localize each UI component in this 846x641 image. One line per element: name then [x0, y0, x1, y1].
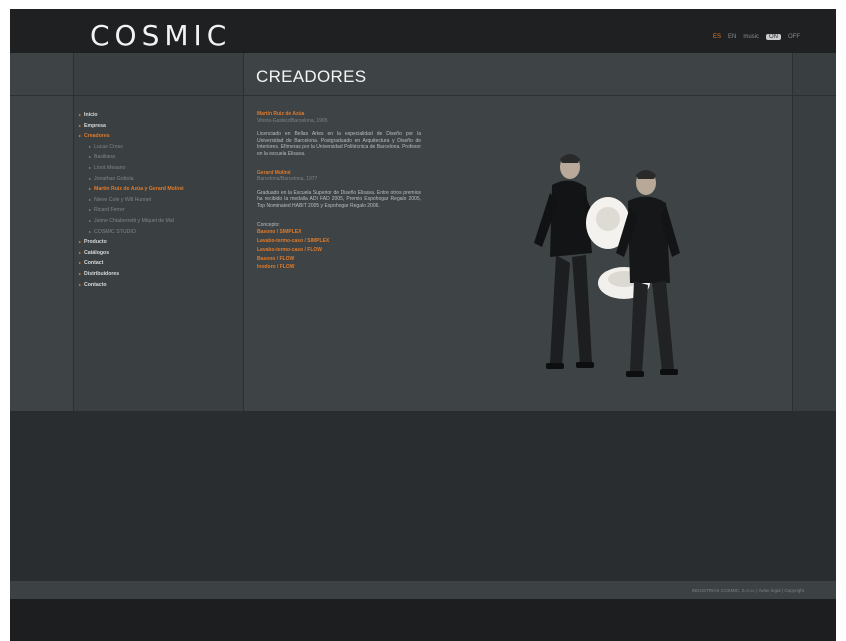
- footer-bar: INDUSTRIAS COSMIC, S.A.U. | Aviso legal …: [10, 581, 836, 599]
- left-designer-figure: [534, 154, 600, 369]
- bullet-arrow-icon: ▸: [79, 122, 82, 128]
- bullet-arrow-icon: ▸: [79, 112, 82, 117]
- bullet-arrow-icon: ▸: [89, 143, 92, 149]
- nav-item-empresa[interactable]: ▸ Empresa: [79, 121, 244, 132]
- nav-subitem[interactable]: ▸ Basiliana: [79, 152, 244, 163]
- product-links: Basono / SIMPLEX Lavabo-termo-caso / SIM…: [257, 228, 421, 272]
- bullet-arrow-icon: ▸: [89, 217, 92, 223]
- right-strip: [792, 53, 836, 411]
- title-divider: [10, 95, 836, 96]
- nav-item-catalogos[interactable]: ▸ Catálogos: [79, 248, 244, 259]
- language-switcher: ES EN music ON OFF: [713, 34, 800, 40]
- page-frame: COSMIC ES EN music ON OFF CREADORES ▸ Ini…: [10, 9, 836, 641]
- nav-subitem-active[interactable]: ▸ Martín Ruiz de Azúa y Gerard Moliné: [79, 184, 244, 195]
- product-link[interactable]: Lavabo-termo-caso / FLOW: [257, 246, 421, 255]
- designers-photo: [534, 154, 680, 377]
- nav-item-producto[interactable]: ▸ Producto: [79, 237, 244, 248]
- designer-bio-1: Licenciado en Bellas Artes en la especia…: [257, 131, 421, 157]
- product-link[interactable]: Inodoro / FLOW: [257, 263, 421, 272]
- empty-band: [10, 411, 836, 581]
- designer-bio-2: Graduado en la Escuela Superior de Diseñ…: [257, 189, 421, 209]
- bullet-arrow-icon: ▸: [79, 270, 82, 276]
- designer-info-2: Barcelona/Barcelona, 1977: [257, 176, 318, 183]
- main-content: CREADORES ▸ Inicio ▸ Empresa ▸ Creadores ▸ L…: [10, 53, 836, 411]
- cosmic-logo[interactable]: COSMIC: [90, 19, 231, 52]
- nav-subitem[interactable]: ▸ Jonathan Gottola: [79, 174, 244, 185]
- bullet-arrow-icon: ▸: [79, 260, 82, 266]
- lang-es-link[interactable]: ES: [713, 34, 721, 40]
- bullet-arrow-icon: ▸: [79, 281, 82, 287]
- sidebar-nav: ▸ Inicio ▸ Empresa ▸ Creadores ▸ Lucas Cross…: [79, 110, 244, 290]
- concept-label: Concepto:: [257, 221, 280, 228]
- nav-item-contacto[interactable]: ▸ Contacto: [79, 280, 244, 291]
- nav-subitem[interactable]: ▸ Ricard Ferrer: [79, 205, 244, 216]
- bullet-arrow-icon: ▸: [89, 228, 92, 234]
- page-title: CREADORES: [256, 67, 367, 86]
- nav-item-contact[interactable]: ▸ Contact: [79, 258, 244, 269]
- bullet-arrow-icon: ▸: [89, 164, 92, 170]
- bullet-arrow-icon: ▸: [89, 186, 92, 192]
- designer-name-1: Martín Ruiz de Azúa: [257, 111, 305, 117]
- bullet-arrow-icon: ▸: [89, 196, 92, 202]
- designer-info-1: Vitoria-Gasteiz/Barcelona, 1965: [257, 117, 328, 124]
- bullet-arrow-icon: ▸: [79, 133, 82, 139]
- bottom-band: [10, 599, 836, 641]
- nav-subitem[interactable]: ▸ Jaime Chiaberretti y Miquel de Mal: [79, 216, 244, 227]
- bullet-arrow-icon: ▸: [89, 207, 92, 213]
- header-bar: COSMIC ES EN music ON OFF: [10, 9, 836, 53]
- product-link[interactable]: Basono / SIMPLEX: [257, 228, 421, 237]
- music-label: music: [743, 34, 759, 40]
- music-off-toggle[interactable]: OFF: [788, 34, 800, 40]
- nav-subitem[interactable]: ▸ Nieve Cole y Will Hunnel: [79, 195, 244, 206]
- designer-name-2: Gerard Moliné: [257, 169, 291, 176]
- lang-en-link[interactable]: EN: [728, 34, 736, 40]
- nav-item-inicio[interactable]: ▸ Inicio: [79, 110, 244, 121]
- footer-links[interactable]: INDUSTRIAS COSMIC, S.A.U. | Aviso legal …: [692, 588, 804, 593]
- product-link[interactable]: Lavabo-termo-caso / SIMPLEX: [257, 237, 421, 246]
- creators-bio: Martín Ruiz de Azúa Vitoria-Gasteiz/Barc…: [257, 111, 421, 272]
- bullet-arrow-icon: ▸: [89, 154, 92, 160]
- bullet-arrow-icon: ▸: [79, 239, 82, 245]
- nav-item-creadores[interactable]: ▸ Creadores: [79, 131, 244, 142]
- nav-subitem[interactable]: ▸ Llorá Mesano: [79, 163, 244, 174]
- bullet-arrow-icon: ▸: [79, 249, 82, 255]
- product-link[interactable]: Basono / FLOW: [257, 255, 421, 264]
- bullet-arrow-icon: ▸: [89, 175, 92, 181]
- music-on-toggle[interactable]: ON: [766, 34, 781, 40]
- nav-subitem[interactable]: ▸ Lucas Cross: [79, 142, 244, 153]
- nav-item-distribuidores[interactable]: ▸ Distribuidores: [79, 269, 244, 280]
- nav-subitem[interactable]: ▸ COSMIC STUDIO: [79, 227, 244, 238]
